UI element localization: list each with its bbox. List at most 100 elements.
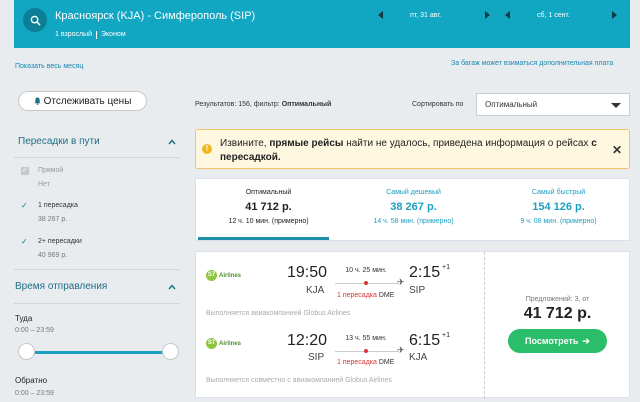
arrow-right-icon: ➔	[582, 335, 590, 346]
outbound-transfer: 1 пересадка DME	[337, 292, 394, 299]
divider	[14, 269, 180, 270]
divider	[14, 303, 180, 304]
transfer-dot	[364, 349, 368, 353]
filter-price: 40 969 р.	[38, 252, 68, 259]
route-title[interactable]: Красноярск (KJA) - Симферополь (SIP)	[55, 10, 255, 22]
sort-tabs: Оптимальный 41 712 р. 12 ч. 10 мин. (при…	[195, 178, 630, 241]
outbound-operated-by: Выполняется авиакомпанией Globus Airline…	[206, 310, 351, 317]
bell-icon	[34, 97, 41, 105]
inbound-operated-by: Выполняется совместно с авиакомпанией Gl…	[206, 377, 392, 384]
notice-bold: прямые рейсы	[269, 138, 344, 149]
tab-price: 38 267 р.	[390, 201, 437, 213]
close-icon[interactable]: ✕	[612, 143, 622, 157]
divider	[96, 31, 97, 39]
passengers-class[interactable]: 1 взрослый Эконом	[55, 31, 126, 39]
departure-time-title[interactable]: Время отправления	[15, 281, 107, 292]
transfer-dot	[364, 281, 368, 285]
inbound-duration: 13 ч. 55 мин.	[345, 335, 387, 342]
results-summary: Результатов: 156, фильтр: Оптимальный	[195, 101, 331, 108]
outbound-departure-code: KJA	[306, 285, 325, 296]
filter-price: 38 267 р.	[38, 216, 68, 223]
tab-optimal[interactable]: Оптимальный 41 712 р. 12 ч. 10 мин. (при…	[196, 179, 341, 240]
notice-part: Извините,	[220, 138, 267, 149]
results-count: Результатов: 156, фильтр:	[195, 101, 280, 108]
track-prices-label: Отслеживать цены	[43, 95, 132, 107]
day-offset: +1	[442, 332, 450, 339]
transfer-label: 1 пересадка	[337, 359, 377, 366]
inbound-departure-time: 12:20	[287, 332, 328, 349]
tab-price: 41 712 р.	[245, 201, 292, 213]
filter-label: 1 пересадка	[38, 202, 78, 209]
transfer-code: DME	[378, 359, 395, 366]
tab-time: 14 ч. 58 мин. (примерно)	[373, 218, 454, 225]
there-range: 0:00 – 23:59	[15, 327, 54, 334]
tab-fastest[interactable]: Самый быстрый 154 126 р. 9 ч. 08 мин. (п…	[486, 179, 631, 240]
return-date[interactable]: сб, 1 сент.	[537, 12, 612, 19]
ticket-card[interactable]: S7 Airlines 19:50 KJA 10 ч. 25 мин. ✈ 1 …	[195, 251, 630, 399]
divider	[14, 157, 180, 158]
transfer-label: 1 пересадка	[337, 292, 377, 299]
return-date-group[interactable]: сб, 1 сент.	[505, 11, 617, 19]
checkbox-one-transfer[interactable]: ✓	[21, 202, 29, 210]
sort-select[interactable]: Оптимальный	[476, 93, 630, 116]
transfer-code: DME	[378, 292, 395, 299]
tab-name: Самый дешевый	[386, 189, 441, 196]
no-direct-flights-notice: ! Извините, прямые рейсы найти не удалос…	[195, 129, 630, 169]
results-filter: Оптимальный	[281, 101, 332, 108]
filter-label: Прямой	[38, 167, 64, 174]
outbound-arrival-time: 2:15	[409, 264, 441, 281]
divider	[484, 252, 485, 399]
show-month-link[interactable]: Показать весь месяц	[15, 63, 83, 70]
departure-slider-track[interactable]	[26, 351, 169, 354]
airline-logo: S7 Airlines	[206, 270, 241, 281]
airline-logo: S7 Airlines	[206, 338, 241, 349]
airline-logo-icon: S7	[206, 270, 217, 281]
search-icon[interactable]	[23, 8, 47, 32]
checkbox-direct[interactable]: ✓	[21, 167, 29, 175]
filter-label: 2+ пересадки	[38, 238, 82, 245]
ticket-price: 41 712 р.	[523, 305, 592, 322]
notice-part: найти не удалось, приведена информация о…	[346, 138, 589, 149]
inbound-arrival-code: KJA	[409, 352, 428, 363]
sort-value: Оптимальный	[485, 100, 538, 109]
prev-return-date-icon[interactable]	[505, 11, 510, 19]
filter-price: Нет	[38, 181, 50, 188]
inbound-departure-code: SIP	[308, 352, 325, 363]
back-label: Обратно	[15, 376, 48, 385]
inbound-transfer: 1 пересадка DME	[337, 359, 394, 366]
next-return-date-icon[interactable]	[612, 11, 617, 19]
transfers-title[interactable]: Пересадки в пути	[18, 136, 100, 147]
tab-name: Оптимальный	[245, 189, 292, 196]
airline-name: Airlines	[219, 340, 242, 347]
collapse-transfers-icon[interactable]	[168, 138, 176, 146]
slider-start-handle[interactable]	[18, 343, 35, 360]
prev-depart-date-icon[interactable]	[378, 11, 383, 19]
track-prices-button[interactable]: Отслеживать цены	[18, 91, 147, 111]
view-button-label: Посмотреть	[525, 336, 579, 346]
next-depart-date-icon[interactable]	[485, 11, 490, 19]
slider-end-handle[interactable]	[162, 343, 179, 360]
notice-text: Извините, прямые рейсы найти не удалось,…	[220, 137, 612, 165]
outbound-arrival-code: SIP	[409, 285, 426, 296]
outbound-departure-time: 19:50	[287, 264, 328, 281]
inbound-arrival-time: 6:15	[409, 332, 441, 349]
tab-time: 12 ч. 10 мин. (примерно)	[228, 218, 309, 225]
outbound-duration: 10 ч. 25 мин.	[345, 267, 387, 274]
tab-cheapest[interactable]: Самый дешевый 38 267 р. 14 ч. 58 мин. (п…	[341, 179, 486, 240]
chevron-down-icon	[611, 103, 621, 108]
view-button[interactable]: Посмотреть ➔	[508, 329, 607, 353]
airline-name: Airlines	[219, 272, 242, 279]
back-range: 0:00 – 23:59	[15, 390, 54, 397]
checkbox-two-plus-transfers[interactable]: ✓	[21, 238, 29, 246]
search-bar[interactable]: Красноярск (KJA) - Симферополь (SIP) 1 в…	[14, 0, 630, 48]
tab-name: Самый быстрый	[531, 189, 586, 196]
plane-icon: ✈	[397, 345, 405, 355]
depart-date[interactable]: пт, 31 авг.	[410, 12, 485, 19]
collapse-departure-icon[interactable]	[168, 283, 176, 291]
depart-date-group[interactable]: пт, 31 авг.	[378, 11, 490, 19]
offers-count: Предложений: 3, от	[525, 296, 590, 303]
airline-logo-icon: S7	[206, 338, 217, 349]
class-label: Эконом	[101, 31, 126, 38]
there-label: Туда	[15, 314, 33, 323]
baggage-fee-link[interactable]: За багаж может взиматься дополнительная …	[451, 60, 613, 67]
